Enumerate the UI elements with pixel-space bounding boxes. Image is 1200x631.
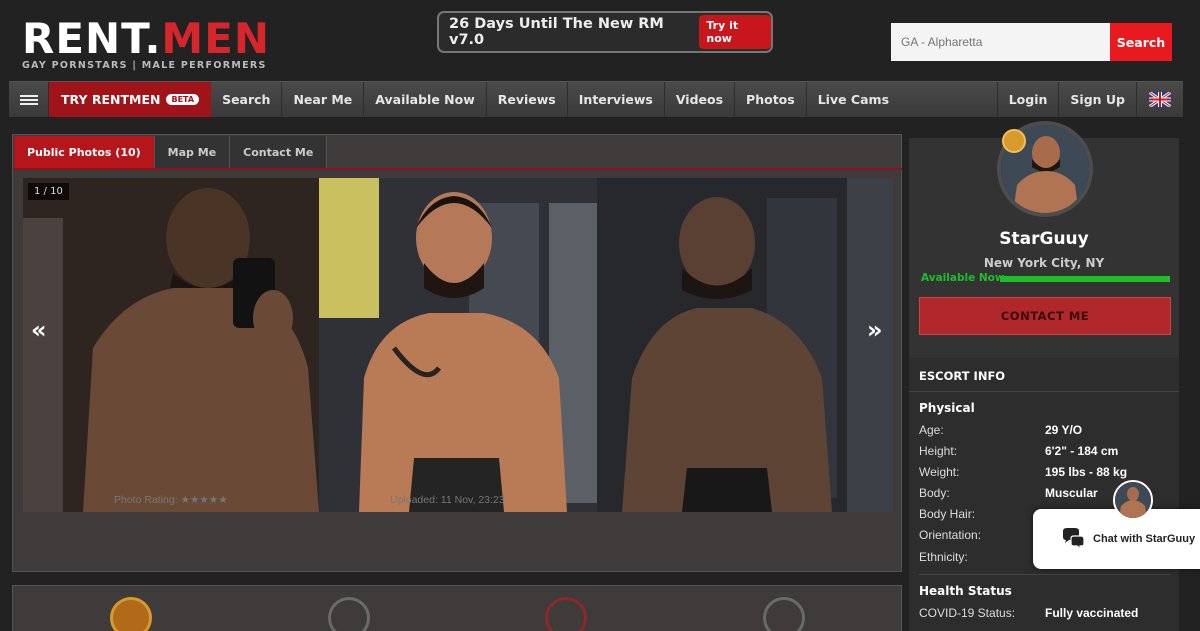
clock-icon — [545, 597, 587, 631]
camera-icon — [763, 597, 805, 631]
photo-carousel — [23, 178, 893, 512]
nav-search[interactable]: Search — [211, 82, 283, 117]
promo-text: 26 Days Until The New RM v7.0 — [449, 16, 664, 48]
site-logo[interactable]: RENT.MEN GAY PORNSTARS | MALE PERFORMERS — [22, 14, 271, 72]
divider — [919, 574, 1171, 575]
language-selector[interactable] — [1136, 82, 1183, 117]
signup-link[interactable]: Sign Up — [1058, 82, 1136, 117]
nav-reviews[interactable]: Reviews — [487, 82, 568, 117]
photo-rating-label: Photo Rating: — [114, 494, 178, 506]
availability-status: Available Now — [921, 272, 1005, 284]
main-nav: TRY RENTMEN BETA Search Near Me Availabl… — [9, 81, 1183, 117]
profile-city: New York City, NY — [983, 256, 1105, 270]
health-status-heading: Health Status — [919, 584, 1012, 598]
prev-photo-arrow-icon[interactable]: « — [31, 316, 47, 344]
physical-heading: Physical — [919, 401, 975, 415]
dollar-icon — [328, 597, 370, 631]
logo-text-men: MEN — [161, 14, 271, 63]
uk-flag-icon — [1149, 92, 1171, 107]
logo-tagline: GAY PORNSTARS | MALE PERFORMERS — [22, 60, 267, 71]
info-value-height: 6'2" - 184 cm — [1045, 444, 1119, 458]
search-button[interactable]: Search — [1110, 23, 1172, 61]
promo-banner: 26 Days Until The New RM v7.0 Try it now — [437, 11, 773, 53]
info-label-covid: COVID-19 Status: — [919, 606, 1016, 620]
info-value-body: Muscular — [1045, 486, 1098, 500]
photo-uploaded: Uploaded: 11 Nov, 23:23 — [390, 494, 505, 506]
profile-name: StarGuuy — [999, 229, 1089, 249]
try-rentmen-label: TRY RENTMEN — [61, 92, 161, 107]
gallery-tabs: Public Photos (10) Map Me Contact Me — [14, 136, 328, 168]
info-value-covid: Fully vaccinated — [1045, 606, 1139, 620]
info-label-ethnicity: Ethnicity: — [919, 550, 968, 564]
verified-medal-icon — [1002, 129, 1026, 153]
login-link[interactable]: Login — [996, 82, 1059, 117]
escort-info-heading: ESCORT INFO — [919, 369, 1006, 383]
logo-text-rent: RENT. — [22, 14, 162, 63]
info-value-age: 29 Y/O — [1045, 423, 1083, 437]
info-label-body: Body: — [919, 486, 950, 500]
nav-available-now[interactable]: Available Now — [364, 82, 487, 117]
info-label-age: Age: — [919, 423, 944, 437]
info-label-height: Height: — [919, 444, 958, 458]
availability-bar — [1000, 276, 1170, 282]
location-search: Search — [891, 23, 1172, 61]
tab-underline — [14, 168, 902, 170]
nav-near-me[interactable]: Near Me — [282, 82, 365, 117]
beta-badge: BETA — [166, 94, 200, 105]
tab-map-me[interactable]: Map Me — [154, 136, 231, 168]
divider — [909, 391, 1179, 392]
next-photo-arrow-icon[interactable]: » — [867, 316, 883, 344]
contact-me-button[interactable]: CONTACT ME — [919, 297, 1171, 335]
chat-widget[interactable]: Chat with StarGuuy — [1033, 509, 1200, 569]
info-label-body-hair: Body Hair: — [919, 507, 976, 521]
photo-rating-stars[interactable]: ★★★★★ — [181, 494, 228, 506]
gallery-photo[interactable] — [319, 178, 597, 512]
chat-avatar[interactable] — [1113, 480, 1153, 520]
nav-interviews[interactable]: Interviews — [568, 82, 665, 117]
photo-rating: Photo Rating: ★★★★★ — [114, 494, 228, 506]
nav-photos[interactable]: Photos — [735, 82, 807, 117]
chat-bubbles-icon — [1063, 528, 1085, 550]
photo-counter: 1 / 10 — [28, 183, 69, 200]
try-rentmen-button[interactable]: TRY RENTMEN BETA — [49, 82, 212, 117]
hamburger-menu-icon[interactable] — [9, 82, 49, 117]
tab-public-photos[interactable]: Public Photos (10) — [14, 136, 155, 168]
nav-live-cams[interactable]: Live Cams — [807, 82, 900, 117]
medal-icon — [110, 597, 152, 631]
info-label-orientation: Orientation: — [919, 528, 982, 542]
chat-label: Chat with StarGuuy — [1093, 533, 1196, 545]
location-search-input[interactable] — [891, 23, 1110, 61]
nav-videos[interactable]: Videos — [665, 82, 736, 117]
info-label-weight: Weight: — [919, 465, 960, 479]
try-it-now-button[interactable]: Try it now — [699, 15, 771, 49]
info-value-weight: 195 lbs - 88 kg — [1045, 465, 1128, 479]
gallery-photo[interactable] — [597, 178, 893, 512]
tab-contact-me[interactable]: Contact Me — [230, 136, 328, 168]
gallery-photo[interactable] — [23, 178, 319, 512]
